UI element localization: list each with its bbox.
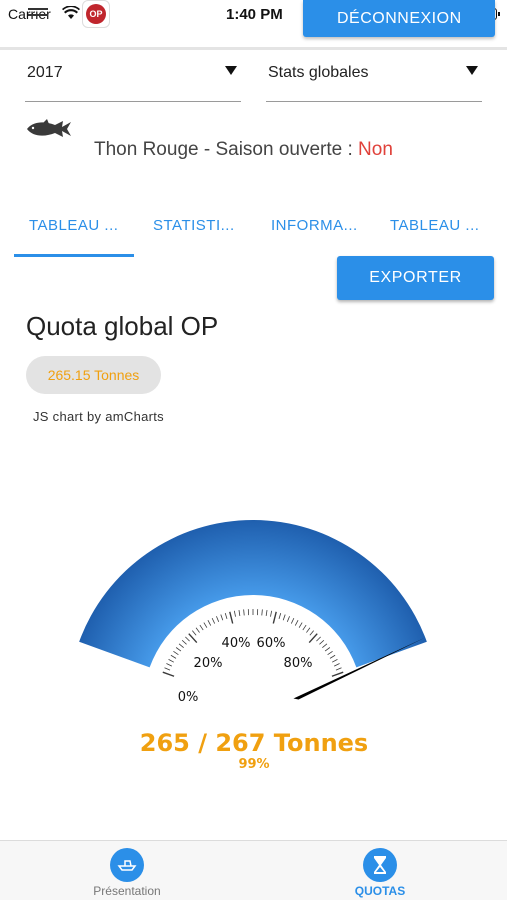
gauge-tick [192,630,197,636]
species-name: Thon Rouge - Saison ouverte : [94,139,359,160]
gauge-tick [333,663,340,667]
year-select[interactable]: 2017 [25,62,241,102]
tab-informations[interactable]: INFORMA... [271,217,358,234]
gauge-tick [233,610,236,617]
species-status: Thon Rouge - Saison ouverte : Non [94,139,393,161]
gauge-tick [335,667,342,671]
gauge-tick-label-60: 60% [257,636,286,651]
gauge-tick [199,624,204,631]
gauge-tick [162,671,175,677]
gauge-tick [220,614,224,621]
gauge-tick [270,610,273,617]
gauge-tick [331,671,344,677]
gauge-tick [185,636,190,642]
nav-label-presentation: Présentation [93,884,161,898]
boat-icon [110,848,144,882]
gauge-tick [306,627,311,633]
gauge-tick [178,643,184,648]
nav-label-quotas: QUOTAS [354,884,406,898]
gauge-tick [229,611,234,624]
bottom-nav: Présentation QUOTAS [0,840,507,900]
hourglass-icon [363,848,397,882]
app-logo-icon: OP [82,0,110,28]
tab-bar: TABLEAU ... STATISTI... INFORMA... TABLE… [0,205,507,257]
gauge-tick [211,617,216,624]
gauge-tick-label-0: 0% [178,690,199,705]
gauge-tick [168,658,175,663]
tab-tableau-2[interactable]: TABLEAU ... [390,217,479,234]
app-badge-label: OP [86,4,106,24]
gauge-percent-text: 99% [238,757,269,772]
gauge-tick [203,622,208,628]
gauge-tick [282,614,286,621]
year-select-value: 2017 [27,64,63,81]
gauge-tick-label-80: 80% [284,656,313,671]
gauge-tick [272,611,277,624]
gauge-tick [290,617,295,624]
gauge-tick [181,639,187,645]
tab-statistiques[interactable]: STATISTI... [153,217,235,234]
gauge-tick [265,609,268,617]
gauge-tick [164,667,171,671]
gauge-tick [329,654,336,659]
page-title: Quota global OP [26,311,219,341]
gauge-tick [175,647,182,652]
gauge-tick [316,636,321,642]
tab-tableau-1[interactable]: TABLEAU ... [29,217,118,234]
header-divider [0,47,507,50]
clock: 1:40 PM [226,6,283,23]
gauge-tick [195,627,200,633]
gauge-tick [298,622,303,628]
chart-credit-link[interactable]: JS chart by amCharts [33,409,164,424]
gauge-tick [173,650,179,656]
gauge-tick [302,624,307,631]
tuna-icon [25,118,73,145]
caret-down-icon [225,66,237,75]
gauge-tick [324,647,331,652]
gauge-band [79,520,427,670]
logout-button[interactable]: DÉCONNEXION [303,0,495,37]
nav-item-presentation[interactable]: Présentation [27,841,227,900]
active-tab-indicator [14,254,134,257]
gauge-tick [166,663,173,667]
gauge-tick [322,643,328,648]
gauge-tick [243,609,245,616]
caret-down-icon [466,66,478,75]
menu-icon[interactable] [28,8,48,22]
season-open-status: Non [358,139,393,160]
gauge-tick [331,658,338,663]
gauge-tick [319,639,325,645]
gauge-tick [294,620,299,626]
gauge-tick [238,609,241,617]
gauge-tick [216,616,220,622]
stats-select[interactable]: Stats globales [266,62,482,102]
wifi-icon [62,5,80,25]
gauge-tick-label-40: 40% [222,636,251,651]
gauge-band-arc [79,520,427,668]
quota-gauge: 0% 20% 40% 60% 80% 265 / 267 Tonnes 99% [79,520,427,772]
gauge-tick [286,616,290,622]
gauge-tick [327,650,333,656]
export-button[interactable]: EXPORTER [337,256,494,300]
gauge-tick [207,620,212,626]
gauge-tick [224,612,228,619]
gauge-tick [278,612,282,619]
quota-chip: 265.15 Tonnes [26,356,161,394]
gauge-tick [261,609,263,616]
gauge-value-text: 265 / 267 Tonnes [140,729,368,757]
gauge-tick [309,630,314,636]
stats-select-value: Stats globales [268,64,369,81]
gauge-tick [170,654,177,659]
gauge-tick-label-20: 20% [194,656,223,671]
nav-item-quotas[interactable]: QUOTAS [280,841,480,900]
